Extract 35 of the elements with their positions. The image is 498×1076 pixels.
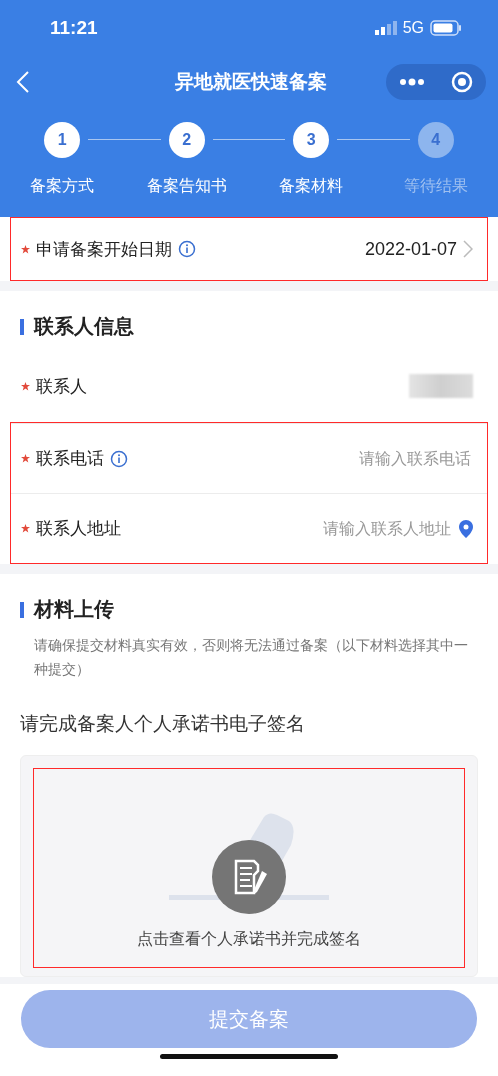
step-number: 1 (44, 122, 81, 158)
signal-icon (374, 21, 397, 35)
section-accent (20, 318, 24, 335)
date-value[interactable]: 2022-01-07 (364, 238, 457, 260)
info-icon[interactable] (110, 449, 128, 468)
network-label: 5G (402, 19, 424, 37)
step-label: 等待结果 (403, 176, 468, 197)
step-number: 3 (293, 122, 330, 158)
step-number: 4 (417, 122, 454, 158)
blurred-value (409, 374, 473, 398)
field-label: 联系电话 (36, 447, 104, 470)
step-label: 备案材料 (279, 176, 344, 197)
field-label: 申请备案开始日期 (36, 237, 172, 261)
field-label: 联系人地址 (36, 517, 121, 540)
step-label: 备案告知书 (146, 176, 227, 197)
step-number: 2 (168, 122, 205, 158)
back-icon[interactable] (16, 70, 30, 94)
upload-note: 请确保提交材料真实有效，否则将无法通过备案（以下材料选择其中一种提交） (33, 636, 469, 679)
signature-caption: 点击查看个人承诺书并完成签名 (137, 929, 361, 950)
location-pin-icon[interactable] (459, 519, 473, 538)
section-accent (20, 601, 24, 618)
info-icon[interactable] (178, 240, 196, 258)
address-field[interactable]: 请输入联系人地址 (273, 518, 453, 539)
status-time: 11:21 (50, 17, 98, 39)
signature-card[interactable]: 点击查看个人承诺书并完成签名 (20, 755, 478, 977)
signature-heading: 请完成备案人个人承诺书电子签名 (19, 711, 306, 736)
field-label: 联系人 (36, 374, 87, 398)
page-title: 异地就医快速备案 (175, 69, 327, 94)
more-icon[interactable] (399, 78, 425, 86)
section-title: 联系人信息 (34, 313, 134, 340)
close-icon[interactable] (451, 71, 473, 93)
battery-icon (430, 20, 462, 36)
phone-field[interactable]: 请输入联系电话 (273, 448, 473, 469)
section-title: 材料上传 (34, 596, 114, 623)
step-label: 备案方式 (30, 176, 95, 197)
